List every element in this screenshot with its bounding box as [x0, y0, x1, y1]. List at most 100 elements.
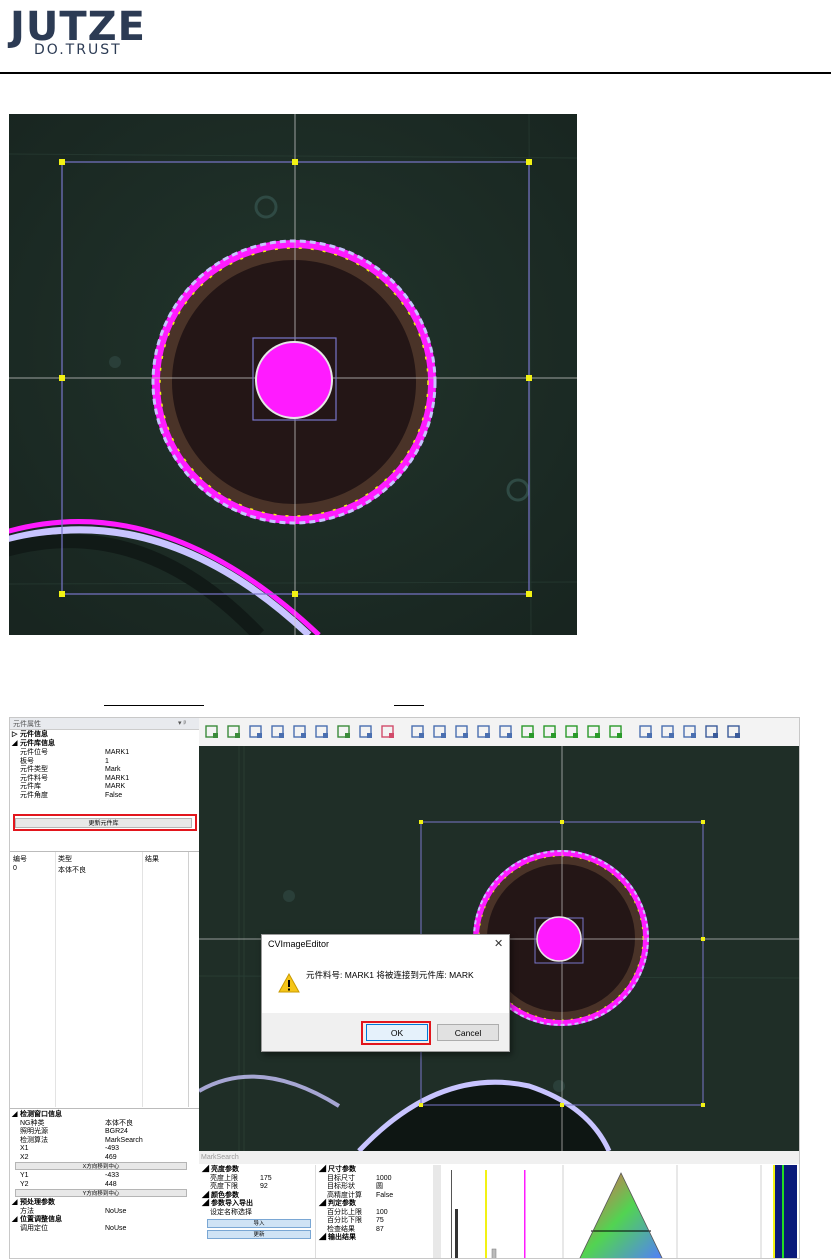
open-folder-icon[interactable] [432, 724, 448, 740]
grid-icon[interactable] [380, 724, 396, 740]
param-row[interactable]: 目标尺寸 1000 [319, 1175, 436, 1184]
exit-icon[interactable] [726, 724, 742, 740]
fit-height-icon[interactable] [292, 724, 308, 740]
histogram-panel [445, 1165, 799, 1258]
section-header[interactable]: ◢ 检测窗口信息 [10, 1111, 188, 1120]
save-icon[interactable] [410, 724, 426, 740]
center-button[interactable]: Y方向移到中心 [15, 1189, 187, 1197]
section-header[interactable]: ◢ 位置调整信息 [10, 1216, 188, 1225]
param-key: 亮度上限 [210, 1174, 238, 1182]
cancel-button[interactable]: Cancel [437, 1024, 499, 1041]
chart-icon-2[interactable] [476, 724, 492, 740]
collapse-icon: ◢ [202, 1166, 211, 1173]
property-key: 方法 [20, 1207, 34, 1215]
param-io-button[interactable]: 导入 [207, 1219, 311, 1228]
select-rect-icon[interactable] [204, 724, 220, 740]
section-header[interactable]: ◢ 参数导入导出 [202, 1200, 253, 1209]
pen-add-icon[interactable] [660, 724, 676, 740]
property-row[interactable]: 元件库 MARK [10, 783, 188, 792]
zoom-out-icon[interactable] [542, 724, 558, 740]
download-icon[interactable] [608, 724, 624, 740]
property-row[interactable]: Y2 448 [10, 1181, 188, 1190]
property-key: 元件角度 [20, 791, 48, 799]
property-key: NG种类 [20, 1119, 45, 1127]
section-header[interactable]: ◢ 尺寸参数 [319, 1166, 356, 1175]
panel-pin-icon[interactable]: ▾ ᵖ [178, 719, 186, 727]
underline-2 [394, 705, 424, 706]
property-row[interactable]: 元件角度 False [10, 792, 188, 801]
upload-icon[interactable] [586, 724, 602, 740]
center-button[interactable]: X方向移到中心 [15, 1162, 187, 1170]
param-row[interactable]: 百分比上限 100 [319, 1209, 436, 1218]
export-icon[interactable] [336, 724, 352, 740]
property-value: MARK1 [105, 749, 130, 756]
section-header[interactable]: ◢ 判定参数 [319, 1200, 356, 1209]
property-row[interactable]: 元件料号 MARK1 [10, 775, 188, 784]
section-label: 输出结果 [327, 1234, 356, 1241]
section-library-info[interactable]: ◢ 元件库信息 [10, 740, 188, 749]
param-key: 设定名称选择 [210, 1208, 252, 1216]
table-row[interactable]: 0 本体不良 [10, 865, 188, 874]
chart-icon[interactable] [454, 724, 470, 740]
param-key: 目标尺寸 [327, 1174, 355, 1182]
property-value: MARK [105, 783, 126, 790]
param-row[interactable]: 亮度上限 175 [202, 1175, 320, 1184]
property-row[interactable]: X1 -493 [10, 1145, 188, 1154]
property-row[interactable]: 调用定位 NoUse [10, 1225, 188, 1234]
section-label: 亮度参数 [210, 1166, 239, 1173]
section-header[interactable]: ◢ 预处理参数 [10, 1199, 188, 1208]
property-row[interactable]: X2 469 [10, 1154, 188, 1163]
param-scrollbar[interactable] [433, 1165, 441, 1258]
dialog-message: 元件料号: MARK1 将被连接到元件库: MARK [306, 970, 474, 980]
param-value: 92 [260, 1183, 268, 1190]
section-header[interactable]: ◢ 颜色参数 [202, 1192, 239, 1201]
collapse-icon: ◢ [202, 1200, 211, 1207]
property-row[interactable]: 元件位号 MARK1 [10, 749, 188, 758]
hammer-icon[interactable] [704, 724, 720, 740]
section-component-info[interactable]: ▷ 元件信息 [10, 731, 188, 740]
pen-icon[interactable] [638, 724, 654, 740]
header-divider [0, 72, 831, 74]
param-row[interactable]: 百分比下限 75 [319, 1217, 436, 1226]
param-row[interactable]: 检查结果 87 [319, 1226, 436, 1235]
pie-icon[interactable] [498, 724, 514, 740]
crop-icon[interactable] [248, 724, 264, 740]
property-row[interactable]: NG种类 本体不良 [10, 1120, 188, 1129]
param-value: 圆 [376, 1183, 383, 1190]
param-io-button[interactable]: 更新 [207, 1230, 311, 1239]
select-rect-del-icon[interactable] [226, 724, 242, 740]
property-key: 元件库 [20, 783, 41, 790]
param-row[interactable]: 高精度计算 False [319, 1192, 436, 1201]
param-row[interactable]: 目标形状 圆 [319, 1183, 436, 1192]
param-key: 百分比下限 [327, 1217, 362, 1224]
chip-icon[interactable] [564, 724, 580, 740]
property-row[interactable]: 方法 NoUse [10, 1208, 188, 1217]
fit-box-icon[interactable] [314, 724, 330, 740]
property-value: 1 [105, 757, 109, 765]
property-value: -433 [105, 1172, 120, 1179]
section-header[interactable]: ◢ 输出结果 [319, 1234, 356, 1243]
section-label: 参数导入导出 [210, 1200, 253, 1207]
property-key: Y2 [20, 1180, 29, 1188]
property-row[interactable]: Y1 -433 [10, 1172, 188, 1181]
collapse-icon: ◢ [319, 1234, 328, 1241]
pen-del-icon[interactable] [682, 724, 698, 740]
close-icon[interactable]: ✕ [494, 937, 503, 950]
param-key: 高精度计算 [327, 1191, 362, 1199]
property-row[interactable]: 板号 1 [10, 758, 188, 767]
param-row[interactable]: 亮度下限 92 [202, 1183, 320, 1192]
property-key: 调用定位 [20, 1224, 48, 1232]
image-toolbar [199, 718, 799, 747]
window-icon[interactable] [358, 724, 374, 740]
fit-width-icon[interactable] [270, 724, 286, 740]
collapse-icon: ◢ [12, 1111, 18, 1118]
property-value: NoUse [105, 1224, 127, 1232]
dialog-title: CVImageEditor [268, 939, 330, 949]
marksearch-panel: MarkSearch ◢ 亮度参数 亮度上限 175 亮度下限 92 ◢ 颜色参数 ◢ 参数… [199, 1151, 799, 1258]
param-row[interactable]: 设定名称选择 [202, 1209, 320, 1218]
section-header[interactable]: ◢ 亮度参数 [202, 1166, 239, 1175]
zoom-in-icon[interactable] [520, 724, 536, 740]
property-row[interactable]: 检测算法 MarkSearch [10, 1137, 188, 1146]
property-row[interactable]: 照明光源 BGR24 [10, 1128, 188, 1137]
property-row[interactable]: 元件类型 Mark [10, 766, 188, 775]
